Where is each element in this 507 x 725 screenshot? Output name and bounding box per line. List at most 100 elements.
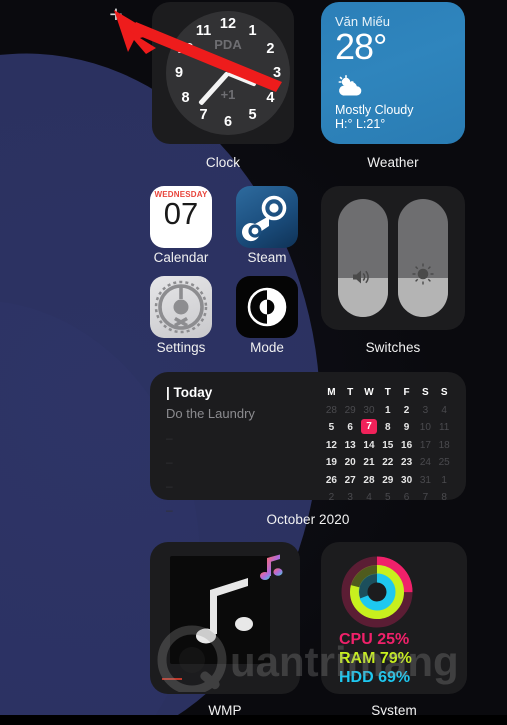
clock-face: PDA +1 12 1 2 3 4 5 6 7 8 9 10 11: [166, 11, 290, 135]
switch-brightness[interactable]: [398, 199, 448, 317]
calendar-week-row: 12 13 14 15 16 17 18: [322, 437, 454, 455]
system-metric-ram: RAM 79%: [339, 650, 412, 667]
calendar-day[interactable]: 6: [341, 419, 360, 437]
widget-today-calendar[interactable]: | Today Do the Laundry – – – – M T W T F S S 28…: [150, 372, 466, 517]
app-label-steam: Steam: [247, 250, 287, 265]
widget-switches[interactable]: [321, 186, 465, 330]
clock-number: 3: [272, 65, 282, 81]
calendar-week-row: 28 29 30 1 2 3 4: [322, 402, 454, 420]
app-label-settings: Settings: [156, 340, 206, 355]
gear-icon: [154, 280, 208, 334]
calendar-day[interactable]: 26: [322, 472, 341, 490]
music-app-icon: [258, 552, 284, 582]
calendar-weekday-header: W: [364, 387, 374, 399]
clock-hour-hand: [227, 70, 257, 87]
calendar-day[interactable]: 10: [416, 419, 435, 437]
calendar-day[interactable]: 27: [341, 472, 360, 490]
calendar-day[interactable]: 9: [397, 419, 416, 437]
clock-number: 11: [195, 22, 212, 39]
calendar-day[interactable]: 29: [341, 402, 360, 420]
calendar-day[interactable]: 3: [341, 489, 360, 507]
today-task[interactable]: Do the Laundry: [166, 406, 316, 421]
calendar-day[interactable]: 5: [322, 419, 341, 437]
brightness-icon: [398, 262, 448, 291]
system-metrics-list: CPU 25% RAM 79% HDD 69%: [339, 630, 412, 687]
calendar-day[interactable]: 4: [360, 489, 379, 507]
calendar-day[interactable]: 30: [397, 472, 416, 490]
calendar-day[interactable]: 23: [397, 454, 416, 472]
calendar-day-today[interactable]: 7: [360, 419, 377, 434]
system-rings-chart: [339, 554, 415, 635]
steam-icon: [242, 195, 287, 242]
app-icon-mode[interactable]: [236, 276, 298, 338]
clock-number: 12: [219, 16, 237, 32]
calendar-weekday-header: S: [440, 387, 448, 399]
calendar-day[interactable]: 25: [435, 454, 454, 472]
calendar-day[interactable]: 13: [341, 437, 360, 455]
widget-weather[interactable]: Văn Miếu 28° Mostly Cloudy H:° L:21°: [321, 2, 465, 144]
widget-label-switches: Switches: [365, 340, 421, 355]
calendar-day[interactable]: 14: [360, 437, 379, 455]
calendar-week-row: 5 6 7 8 9 10 11: [322, 419, 454, 437]
calendar-day[interactable]: 31: [416, 472, 435, 490]
today-placeholder-row: –: [166, 479, 173, 493]
calendar-week-row: 2345678: [322, 489, 454, 507]
app-label-calendar: Calendar: [153, 250, 209, 265]
switch-volume[interactable]: [338, 199, 388, 317]
calendar-day[interactable]: 30: [360, 402, 379, 420]
calendar-day[interactable]: 11: [435, 419, 454, 437]
calendar-day[interactable]: 6: [397, 489, 416, 507]
widget-system[interactable]: CPU 25% RAM 79% HDD 69%: [321, 542, 467, 694]
weather-temperature: 28°: [335, 26, 387, 67]
calendar-day[interactable]: 8: [378, 419, 397, 437]
plus-icon[interactable]: +: [106, 3, 126, 26]
calendar-week-row: 26 27 28 29 30 31 1: [322, 472, 454, 490]
today-placeholder-row: –: [166, 455, 173, 469]
clock-number: 7: [199, 107, 208, 124]
clock-number: 1: [248, 22, 257, 39]
app-icon-calendar[interactable]: WEDNESDAY 07: [150, 186, 212, 248]
calendar-day[interactable]: 1: [378, 402, 397, 420]
clock-number: 2: [266, 40, 275, 57]
calendar-day[interactable]: 17: [416, 437, 435, 455]
calendar-day[interactable]: 4: [435, 402, 454, 420]
calendar-day[interactable]: 12: [322, 437, 341, 455]
calendar-header-row: MTWTFSS: [322, 384, 454, 402]
widget-clock[interactable]: PDA +1 12 1 2 3 4 5 6 7 8 9 10 11: [152, 2, 294, 144]
calendar-day[interactable]: 7: [416, 489, 435, 507]
app-icon-steam[interactable]: [236, 186, 298, 248]
calendar-day[interactable]: 8: [435, 489, 454, 507]
calendar-day[interactable]: 22: [378, 454, 397, 472]
calendar-weekday-header: M: [327, 387, 336, 399]
calendar-weekday-header: F: [403, 387, 410, 399]
widget-wmp[interactable]: [150, 542, 300, 694]
music-note-icon: [196, 578, 253, 644]
calendar-day[interactable]: 2: [397, 402, 416, 420]
calendar-day[interactable]: 18: [435, 437, 454, 455]
calendar-daynumber: 07: [163, 196, 199, 231]
desktop-widgets-screen: + PDA +1 12 1 2 3 4 5 6 7 8 9 10 11 Clock Văn Miếu …: [0, 0, 507, 725]
calendar-day[interactable]: 29: [378, 472, 397, 490]
clock-number: 10: [177, 40, 194, 57]
month-calendar-grid[interactable]: M T W T F S S 28 29 30 1 2 3 4 5 6 7 8 9 10 11 12 13 14 15 16 17 18…: [322, 384, 454, 507]
calendar-weekday-header: T: [347, 387, 354, 399]
calendar-day[interactable]: 28: [360, 472, 379, 490]
calendar-day[interactable]: 15: [378, 437, 397, 455]
wmp-album-art: [170, 556, 270, 664]
app-icon-settings[interactable]: [150, 276, 212, 338]
calendar-day[interactable]: 28: [322, 402, 341, 420]
calendar-day[interactable]: 24: [416, 454, 435, 472]
calendar-day[interactable]: 5: [378, 489, 397, 507]
widget-label-weather: Weather: [367, 155, 419, 170]
today-placeholder-row: –: [166, 431, 173, 445]
calendar-day[interactable]: 2: [322, 489, 341, 507]
wmp-progress-bar[interactable]: [162, 678, 182, 680]
contrast-circle-icon: [247, 287, 287, 327]
clock-number: 9: [174, 65, 184, 81]
calendar-day[interactable]: 20: [341, 454, 360, 472]
calendar-day[interactable]: 21: [360, 454, 379, 472]
calendar-day[interactable]: 3: [416, 402, 435, 420]
calendar-day[interactable]: 16: [397, 437, 416, 455]
calendar-day[interactable]: 19: [322, 454, 341, 472]
calendar-day[interactable]: 1: [435, 472, 454, 490]
